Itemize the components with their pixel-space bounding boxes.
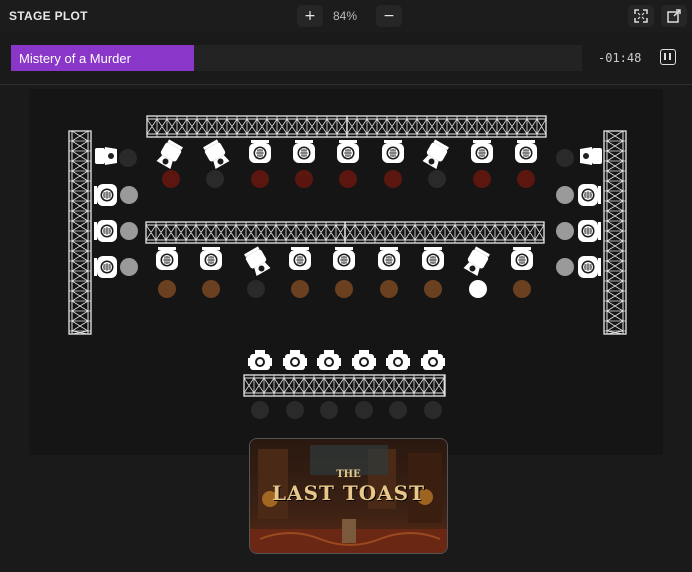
beam-color-dot	[473, 170, 491, 188]
beam-color-dot	[355, 401, 373, 419]
beam-color-dot	[162, 170, 180, 188]
zoom-in-button[interactable]: +	[297, 5, 323, 27]
beam-color-dot	[389, 401, 407, 419]
external-window-icon	[667, 9, 681, 23]
beam-color-dot	[251, 401, 269, 419]
cue-time-remaining: -01:48	[598, 51, 642, 65]
beam-color-dot	[120, 186, 138, 204]
beam-color-dot	[513, 280, 531, 298]
show-poster: THE LAST TOAST	[249, 438, 448, 554]
beam-color-dot	[247, 280, 265, 298]
beam-color-dot	[120, 258, 138, 276]
beam-color-dot	[556, 258, 574, 276]
beam-color-dot	[158, 280, 176, 298]
stage-plot-canvas: THE LAST TOAST	[0, 85, 692, 567]
poster-title-line-2: LAST TOAST	[271, 481, 426, 505]
pause-button[interactable]	[660, 49, 676, 65]
beam-color-dot	[120, 222, 138, 240]
par-fixture-icon	[580, 147, 602, 165]
beam-color-dot	[556, 186, 574, 204]
zoom-out-button[interactable]: −	[376, 5, 402, 27]
beam-color-dot	[517, 170, 535, 188]
beam-color-dot	[556, 149, 574, 167]
pause-icon	[664, 53, 666, 60]
poster-title-line-1: THE	[336, 469, 361, 480]
beam-color-dot	[206, 170, 224, 188]
cue-progress-bar[interactable]: Mistery of a Murder	[11, 45, 582, 71]
beam-color-dot	[119, 149, 137, 167]
beam-color-dot	[380, 280, 398, 298]
beam-color-dot	[202, 280, 220, 298]
beam-color-dot	[295, 170, 313, 188]
beam-color-dot	[251, 170, 269, 188]
cue-name: Mistery of a Murder	[19, 51, 131, 66]
beam-color-dot	[428, 170, 446, 188]
beam-color-dot	[556, 222, 574, 240]
page-title: STAGE PLOT	[9, 9, 88, 23]
beam-color-dot	[320, 401, 338, 419]
par-fixture-icon	[95, 147, 117, 165]
beam-color-dot	[384, 170, 402, 188]
toolbar: STAGE PLOT + 84% −	[0, 0, 692, 32]
beam-color-dot	[424, 280, 442, 298]
beam-color-dot	[286, 401, 304, 419]
fit-screen-icon	[634, 9, 648, 23]
upper-truss-left	[146, 115, 348, 138]
beam-color-dot	[339, 170, 357, 188]
beam-color-dot	[424, 401, 442, 419]
beam-color-dot	[469, 280, 487, 298]
popout-button[interactable]	[661, 5, 687, 27]
beam-color-dot	[291, 280, 309, 298]
zoom-level: 84%	[333, 9, 358, 23]
fit-to-screen-button[interactable]	[628, 5, 654, 27]
beam-color-dot	[335, 280, 353, 298]
